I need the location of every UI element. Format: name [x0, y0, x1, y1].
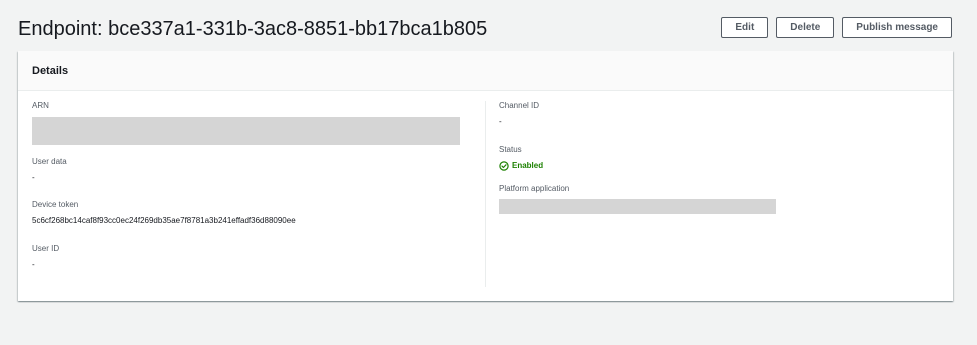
details-panel: Details ARN User data - Device token 5c6… [18, 51, 953, 301]
check-circle-icon [499, 161, 509, 171]
user-id-field: User ID - [32, 244, 485, 270]
status-value: Enabled [512, 161, 544, 170]
edit-button[interactable]: Edit [721, 17, 769, 38]
platform-application-field: Platform application [499, 184, 929, 214]
user-data-label: User data [32, 157, 67, 166]
user-data-field: User data - [32, 157, 485, 200]
device-token-value: 5c6cf268bc14caf8f93cc0ec24f269db35ae7f87… [32, 216, 296, 225]
user-id-label: User ID [32, 244, 60, 253]
arn-label: ARN [32, 101, 49, 110]
channel-id-label: Channel ID [499, 101, 540, 110]
channel-id-value: - [499, 117, 502, 126]
details-header: Details [18, 51, 953, 91]
details-body: ARN User data - Device token 5c6cf268bc1… [18, 91, 953, 301]
user-id-value: - [32, 260, 35, 269]
publish-message-button[interactable]: Publish message [842, 17, 952, 38]
device-token-label: Device token [32, 200, 79, 209]
column-divider [485, 101, 486, 287]
platform-application-label: Platform application [499, 184, 570, 193]
page-title: Endpoint: bce337a1-331b-3ac8-8851-bb17bc… [18, 18, 488, 40]
user-data-value: - [32, 173, 35, 182]
details-left-column: ARN User data - Device token 5c6cf268bc1… [32, 101, 485, 270]
details-heading: Details [32, 65, 69, 77]
status-label: Status [499, 145, 522, 154]
status-field: Status Enabled [499, 145, 929, 184]
delete-button[interactable]: Delete [776, 17, 835, 38]
details-right-column: Channel ID - Status Enabled Platform app… [499, 101, 929, 214]
arn-redacted-value [32, 117, 460, 145]
device-token-field: Device token 5c6cf268bc14caf8f93cc0ec24f… [32, 200, 485, 244]
platform-application-redacted-value [499, 199, 776, 214]
arn-field: ARN [32, 101, 485, 157]
header-actions: Edit Delete Publish message [721, 17, 952, 38]
status-badge: Enabled [499, 161, 929, 171]
channel-id-field: Channel ID - [499, 101, 929, 145]
